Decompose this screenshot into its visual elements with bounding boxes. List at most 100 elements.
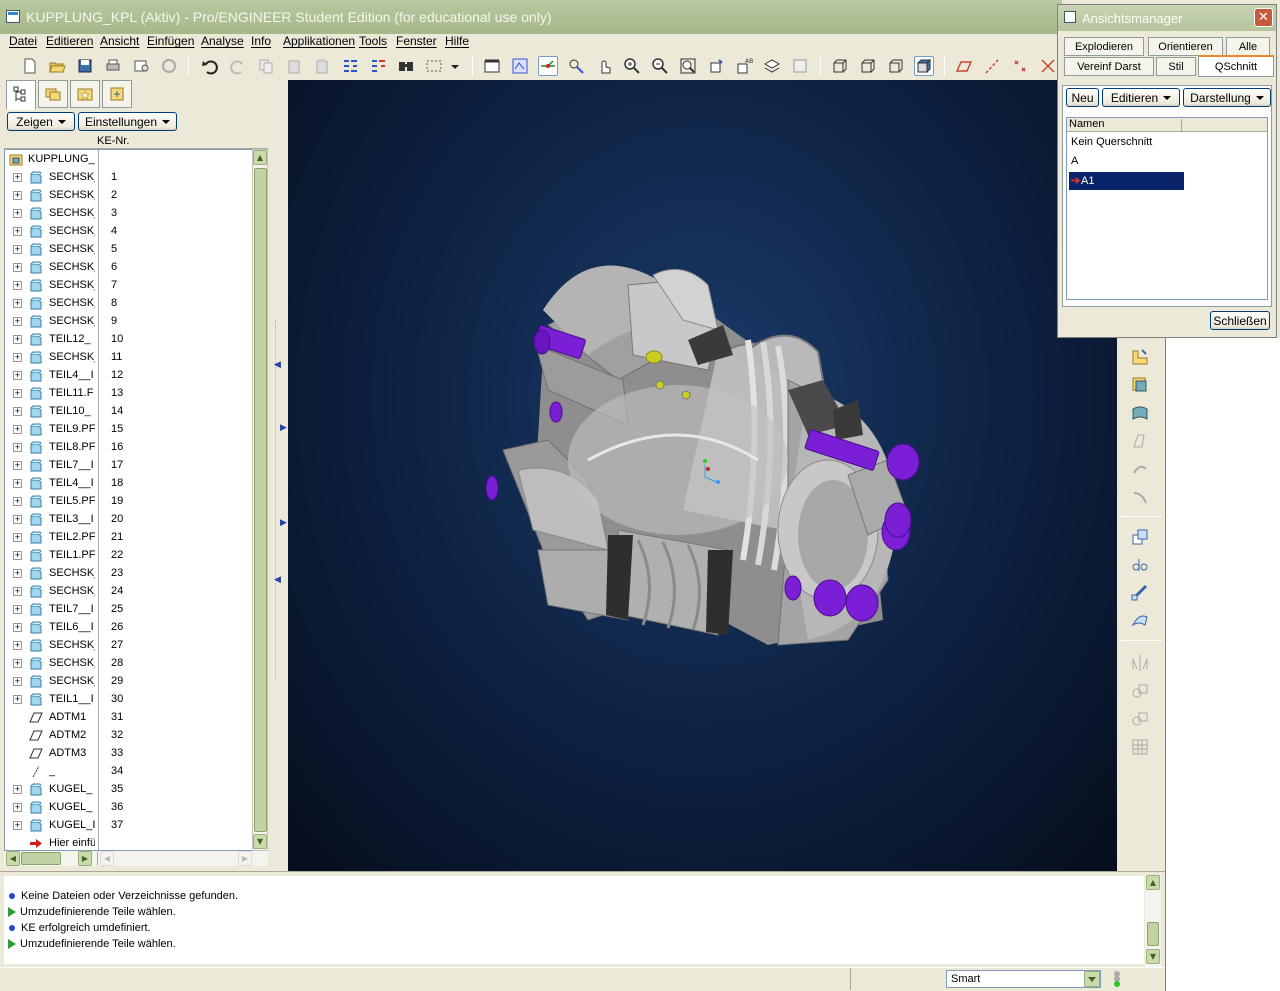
redo-icon[interactable] <box>228 56 248 76</box>
menu-tools[interactable]: Tools <box>359 34 387 48</box>
expand-icon[interactable]: + <box>13 533 22 542</box>
sweep-icon[interactable] <box>1129 402 1151 424</box>
tree-row[interactable]: _ 34 <box>5 763 255 781</box>
connections-tab[interactable] <box>102 80 132 108</box>
round-icon[interactable] <box>1129 486 1151 508</box>
section-icon[interactable] <box>482 56 502 76</box>
tree-row[interactable]: + SECHSK_ 7 <box>5 277 255 295</box>
expand-icon[interactable]: + <box>13 695 22 704</box>
undo-icon[interactable] <box>200 56 220 76</box>
tree-row[interactable]: + TEIL2.PF 21 <box>5 529 255 547</box>
expand-icon[interactable]: + <box>13 245 22 254</box>
expand-icon[interactable]: + <box>13 551 22 560</box>
merge-icon[interactable] <box>1129 680 1151 702</box>
regenerate-icon[interactable] <box>159 56 179 76</box>
tab-alle[interactable]: Alle <box>1226 37 1270 56</box>
blend-icon[interactable] <box>1129 430 1151 452</box>
scroll-down-icon[interactable]: ▼ <box>1146 949 1160 964</box>
hidden-line-icon[interactable] <box>858 56 878 76</box>
named-views-icon[interactable]: AB <box>734 56 754 76</box>
zoom-out-icon[interactable] <box>650 56 670 76</box>
scroll-thumb[interactable] <box>1147 922 1159 946</box>
print-icon[interactable] <box>103 56 123 76</box>
tree-row[interactable]: + SECHSK_ 2 <box>5 187 255 205</box>
tree-vertical-scrollbar[interactable]: ▲ ▼ <box>252 149 268 851</box>
menu-info[interactable]: Info <box>251 34 271 48</box>
expand-icon[interactable]: + <box>13 281 22 290</box>
schliessen-button[interactable]: Schließen <box>1210 311 1270 330</box>
menu-einfuegen[interactable]: Einfügen <box>147 34 194 48</box>
no-hidden-icon[interactable] <box>886 56 906 76</box>
collapse-left-icon[interactable]: ◀ <box>274 360 281 370</box>
list-item-a1[interactable]: ➔A1 <box>1069 172 1184 190</box>
scroll-thumb[interactable] <box>254 168 267 832</box>
expand-icon[interactable]: + <box>13 677 22 686</box>
list-item-a[interactable]: A <box>1069 153 1184 171</box>
tree-row[interactable]: + SECHSK_ 3 <box>5 205 255 223</box>
scroll-left-icon[interactable]: ◀ <box>100 851 114 866</box>
expand-icon[interactable]: + <box>13 569 22 578</box>
tree-row[interactable]: + SECHSK_ 4 <box>5 223 255 241</box>
expand-icon[interactable]: + <box>13 389 22 398</box>
revolve-icon[interactable] <box>1129 374 1151 396</box>
einstellungen-button[interactable]: Einstellungen <box>78 112 177 131</box>
scroll-up-icon[interactable]: ▲ <box>1146 875 1160 890</box>
surface-icon[interactable] <box>1129 610 1151 632</box>
datum-point-icon[interactable] <box>1010 56 1030 76</box>
message-scrollbar[interactable]: ▲ ▼ <box>1145 875 1161 967</box>
editieren-button[interactable]: Editieren <box>1102 88 1180 107</box>
paste-icon[interactable] <box>284 56 304 76</box>
tree-row[interactable]: + TEIL8.PF 16 <box>5 439 255 457</box>
tab-explodieren[interactable]: Explodieren <box>1064 37 1144 56</box>
tree-row[interactable]: ADTM3 33 <box>5 745 255 763</box>
expand-icon[interactable]: + <box>13 173 22 182</box>
ke-nr-column-header[interactable]: KE-Nr. <box>97 135 129 147</box>
model-tree-list-icon[interactable] <box>368 56 388 76</box>
expand-icon[interactable]: + <box>13 623 22 632</box>
expand-right-icon[interactable]: ▶ <box>280 423 287 433</box>
tree-row[interactable]: + TEIL7__I 17 <box>5 457 255 475</box>
expand-icon[interactable]: + <box>13 443 22 452</box>
shading-icon[interactable] <box>914 56 934 76</box>
expand-icon[interactable]: + <box>13 425 22 434</box>
tree-row[interactable]: + SECHSK_ 6 <box>5 259 255 277</box>
tab-orientieren[interactable]: Orientieren <box>1148 37 1223 56</box>
favorites-tab[interactable] <box>70 80 100 108</box>
menu-datei[interactable]: Datei <box>9 34 37 48</box>
expand-icon[interactable]: + <box>13 353 22 362</box>
close-icon[interactable]: ✕ <box>1254 8 1273 27</box>
tree-row[interactable]: + TEIL1__I 30 <box>5 691 255 709</box>
expand-icon[interactable]: + <box>13 515 22 524</box>
expand-icon[interactable]: + <box>13 461 22 470</box>
layers-icon[interactable] <box>762 56 782 76</box>
expand-icon[interactable]: + <box>13 479 22 488</box>
tree-row[interactable]: + SECHSK_ 11 <box>5 349 255 367</box>
mirror-icon[interactable] <box>1129 652 1151 674</box>
expand-icon[interactable]: + <box>13 191 22 200</box>
tree-row[interactable]: + TEIL9.PF 15 <box>5 421 255 439</box>
tree-row[interactable]: + SECHSK_ 9 <box>5 313 255 331</box>
tree-root[interactable]: KUPPLUNG_ <box>5 151 255 169</box>
expand-icon[interactable]: + <box>13 227 22 236</box>
axis-display-icon[interactable] <box>538 56 558 76</box>
draft-icon[interactable] <box>1129 582 1151 604</box>
tree-horizontal-scrollbar[interactable]: ◀ ▶ ◀ ▶ <box>4 851 268 866</box>
tab-stil[interactable]: Stil <box>1156 57 1196 76</box>
tree-row[interactable]: + TEIL6__I 26 <box>5 619 255 637</box>
expand-icon[interactable]: + <box>13 587 22 596</box>
list-item-kein-querschnitt[interactable]: Kein Querschnitt <box>1069 134 1184 152</box>
pattern-icon[interactable] <box>1129 736 1151 758</box>
new-file-icon[interactable] <box>20 56 40 76</box>
appearance-icon[interactable] <box>790 56 810 76</box>
datum-axis-icon[interactable] <box>982 56 1002 76</box>
spin-center-icon[interactable] <box>594 56 614 76</box>
tree-row[interactable]: + SECHSK_ 29 <box>5 673 255 691</box>
expand-icon[interactable]: + <box>13 785 22 794</box>
expand-icon[interactable]: + <box>13 821 22 830</box>
tree-row[interactable]: + SECHSK_ 28 <box>5 655 255 673</box>
expand-icon[interactable]: + <box>13 659 22 668</box>
find-icon[interactable] <box>396 56 416 76</box>
tree-row[interactable]: + TEIL3__I 20 <box>5 511 255 529</box>
expand-icon[interactable]: + <box>13 335 22 344</box>
model-tree-tab[interactable] <box>6 80 36 110</box>
